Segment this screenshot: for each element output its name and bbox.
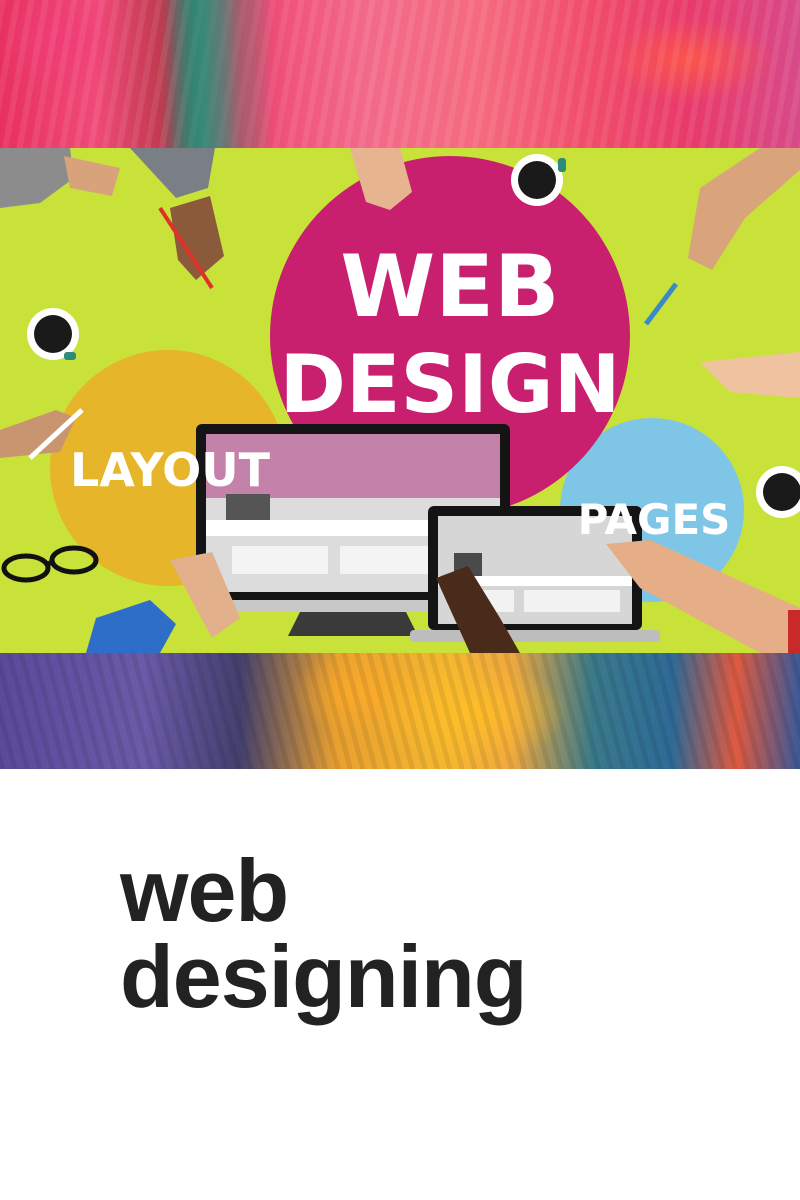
page-title: web designing [120,841,740,1026]
page-title-line-2: designing [120,927,528,1026]
page-title-line-1: web [120,841,289,940]
painted-footer-strip [0,653,800,769]
page: WEB DESIGN LAYOUT PAGES web designing [0,0,800,1200]
coffee-cup-icon [27,308,79,360]
pages-text: PAGES [578,495,731,544]
web-text: WEB [340,237,559,337]
layout-text: LAYOUT [70,443,271,497]
banner-illustration: WEB DESIGN LAYOUT PAGES [0,148,800,653]
web-design-banner-image: WEB DESIGN LAYOUT PAGES [0,148,800,653]
painted-header-strip [0,0,800,148]
design-text: DESIGN [279,338,620,431]
